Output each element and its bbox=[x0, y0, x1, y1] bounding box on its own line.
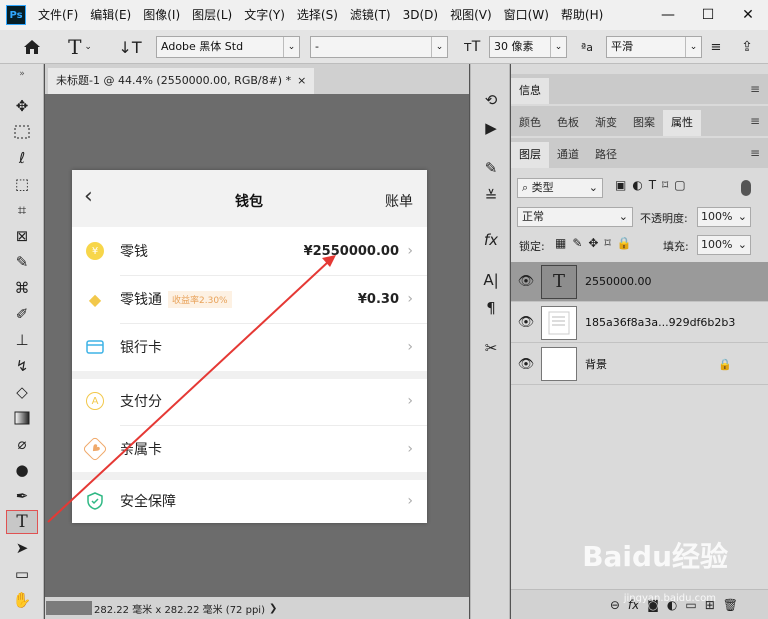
filter-kind-select[interactable]: ⌕ 类型 ⌄ bbox=[517, 178, 603, 198]
eye-icon[interactable]: 👁 bbox=[511, 315, 541, 330]
status-arrow-icon[interactable]: ❯ bbox=[269, 603, 277, 614]
play-actions-icon[interactable]: ▶ bbox=[477, 116, 505, 140]
tab-gradients[interactable]: 渐变 bbox=[587, 110, 625, 136]
layer-row[interactable]: 👁 T 2550000.00 bbox=[511, 262, 768, 302]
tab-paths[interactable]: 路径 bbox=[587, 142, 625, 168]
filter-kind-value: 类型 bbox=[531, 181, 554, 194]
tool-presets-icon[interactable]: ✂ bbox=[477, 336, 505, 360]
properties-panel-tabs: 颜色 色板 渐变 图案 属性 ≡ bbox=[511, 106, 768, 136]
panel-menu-icon[interactable]: ≡ bbox=[750, 114, 760, 128]
opacity-value: 100% bbox=[701, 210, 733, 223]
layer-row[interactable]: 👁 背景 🔒 bbox=[511, 344, 768, 385]
layer-filter-icons[interactable]: ▣◐T⌑▢ bbox=[615, 178, 692, 192]
lock-icons[interactable]: ▦✎✥⌑🔒 bbox=[555, 236, 638, 250]
character-icon[interactable]: A| bbox=[477, 268, 505, 292]
tab-info[interactable]: 信息 bbox=[511, 78, 549, 104]
blend-mode-value: 正常 bbox=[522, 210, 544, 223]
panel-menu-icon[interactable]: ≡ bbox=[750, 82, 760, 96]
tab-channels[interactable]: 通道 bbox=[549, 142, 587, 168]
fill-label: 填充: bbox=[663, 240, 689, 253]
tab-properties[interactable]: 属性 bbox=[663, 110, 701, 136]
chevron-down-icon: ⌄ bbox=[588, 181, 598, 194]
chevron-down-icon: ⌄ bbox=[737, 210, 747, 223]
info-panel-tabs: 信息 ≡ bbox=[511, 74, 768, 104]
image-layer-thumbnail bbox=[541, 305, 577, 340]
brushes-icon[interactable]: ≚ bbox=[477, 184, 505, 208]
lock-icon: 🔒 bbox=[718, 357, 732, 371]
brush-settings-icon[interactable]: ✎ bbox=[477, 156, 505, 180]
panel-icon-strip: ⟲ ▶ ✎ ≚ fx A| ¶ ✂ bbox=[470, 64, 510, 619]
status-bar: 282.22 毫米 x 282.22 毫米 (72 ppi) ❯ bbox=[45, 597, 469, 619]
fill-value: 100% bbox=[701, 238, 733, 251]
document-size-text: 282.22 毫米 x 282.22 毫米 (72 ppi) bbox=[94, 604, 265, 616]
eye-icon[interactable]: 👁 bbox=[511, 357, 541, 372]
baidu-watermark: Baidu经验 bbox=[582, 540, 728, 573]
panel-menu-icon[interactable]: ≡ bbox=[750, 146, 760, 160]
eye-icon[interactable]: 👁 bbox=[511, 274, 541, 289]
paragraph-icon[interactable]: ¶ bbox=[477, 296, 505, 320]
tab-patterns[interactable]: 图案 bbox=[625, 110, 663, 136]
fill-input[interactable]: 100% ⌄ bbox=[697, 235, 751, 255]
tab-layers[interactable]: 图层 bbox=[511, 142, 549, 168]
baidu-watermark-url: jingyan.baidu.com bbox=[623, 593, 716, 604]
blend-mode-select[interactable]: 正常 ⌄ bbox=[517, 207, 633, 227]
background-layer-thumbnail bbox=[541, 347, 577, 381]
chevron-down-icon: ⌄ bbox=[737, 238, 747, 251]
layer-name: 185a36f8a3a...929df6b2b3 bbox=[585, 316, 736, 329]
tab-color[interactable]: 颜色 bbox=[511, 110, 549, 136]
opacity-input[interactable]: 100% ⌄ bbox=[697, 207, 751, 227]
zoom-box[interactable] bbox=[46, 601, 92, 615]
link-layers-icon[interactable]: ⊖ bbox=[610, 598, 620, 612]
trash-icon[interactable]: 🗑 bbox=[723, 598, 738, 612]
history-icon[interactable]: ⟲ bbox=[477, 88, 505, 112]
chevron-down-icon: ⌄ bbox=[618, 210, 628, 223]
lock-label: 锁定: bbox=[519, 240, 545, 253]
filter-toggle[interactable] bbox=[741, 180, 751, 196]
layer-name: 背景 bbox=[585, 358, 607, 371]
styles-icon[interactable]: fx bbox=[477, 228, 505, 252]
tab-swatches[interactable]: 色板 bbox=[549, 110, 587, 136]
opacity-label: 不透明度: bbox=[640, 212, 688, 225]
text-layer-thumbnail: T bbox=[541, 264, 577, 299]
layers-panel-tabs: 图层 通道 路径 ≡ bbox=[511, 138, 768, 168]
layer-name: 2550000.00 bbox=[585, 275, 652, 288]
layer-row[interactable]: 👁 185a36f8a3a...929df6b2b3 bbox=[511, 303, 768, 343]
